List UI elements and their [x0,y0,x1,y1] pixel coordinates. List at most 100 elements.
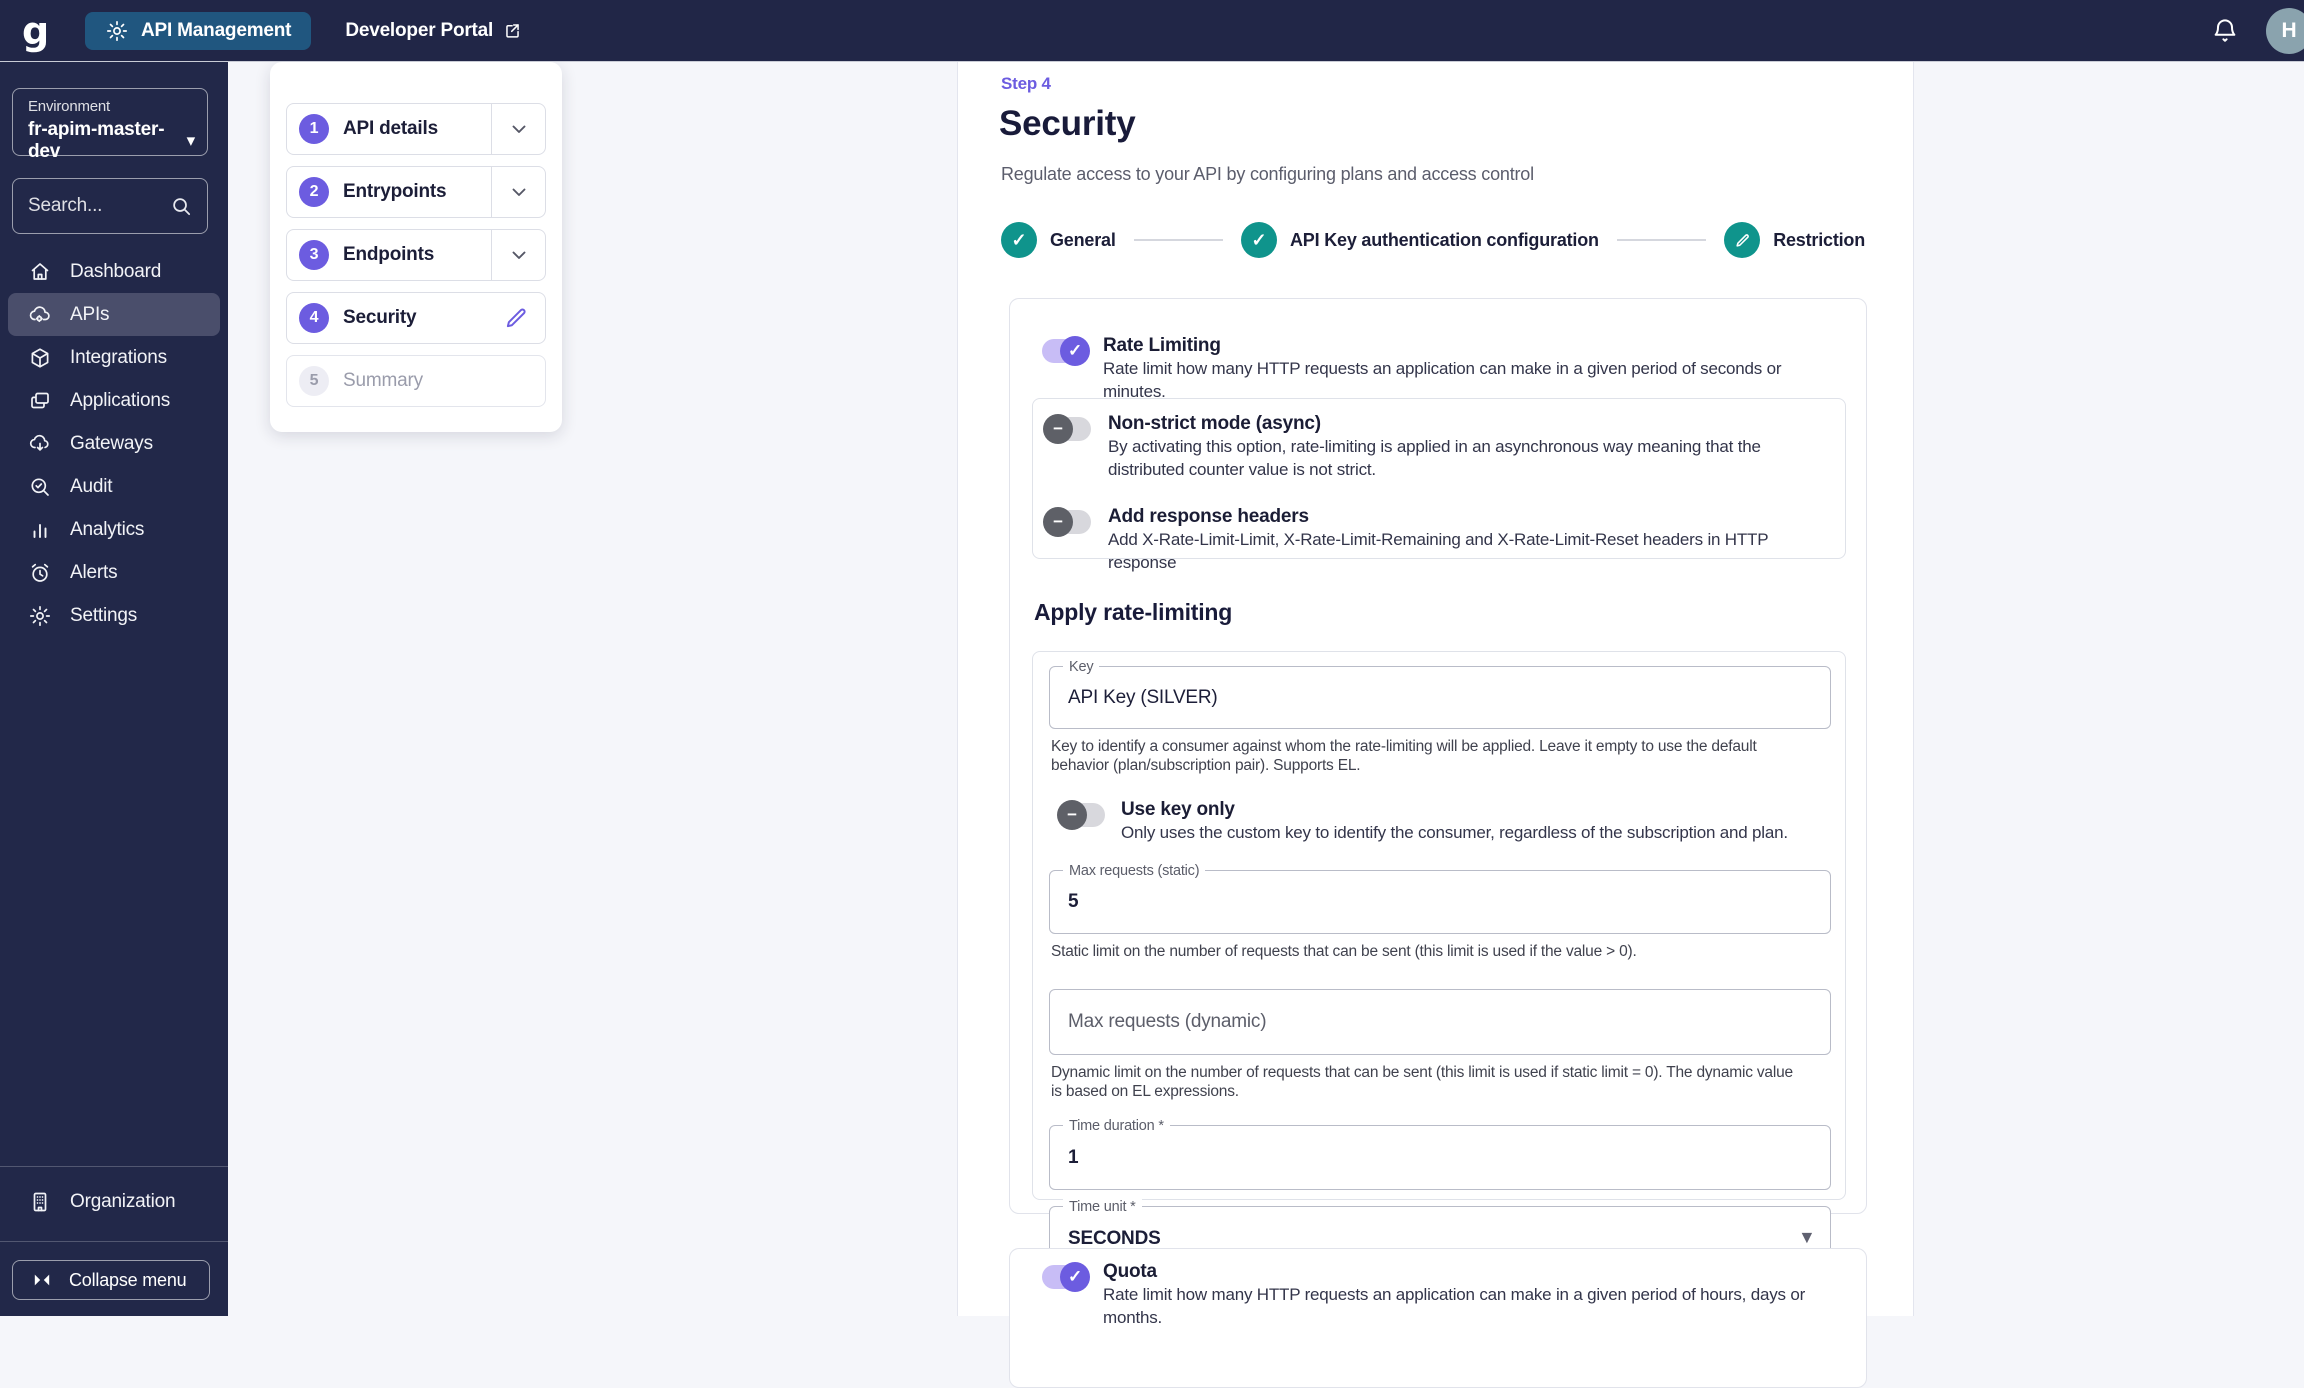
max-requests-dynamic-helper: Dynamic limit on the number of requests … [1051,1064,1793,1100]
quota-row: ✓ Quota Rate limit how many HTTP request… [1042,1261,1846,1329]
collapse-menu-button[interactable]: Collapse menu [12,1260,210,1300]
top-bar: g API Management Developer Portal H [0,0,2304,62]
step-number-badge: 5 [299,366,329,396]
wizard-step-security[interactable]: 4 Security [286,292,546,344]
cube-icon [28,346,52,370]
sidebar-item-label: Organization [70,1190,176,1212]
bar-chart-icon [28,518,52,542]
wizard-step-api-details[interactable]: 1 API details [286,103,546,155]
sidebar-item-label: Alerts [70,561,118,583]
sidebar-item-audit[interactable]: Audit [0,465,228,508]
quota-title: Quota [1103,1261,1157,1282]
wizard-step-label: API details [343,118,438,139]
max-requests-dynamic-field[interactable]: Max requests (dynamic) [1049,989,1831,1055]
wizard-step-summary: 5 Summary [286,355,546,407]
sidebar-item-gateways[interactable]: Gateways [0,422,228,465]
key-field-helper: Key to identify a consumer against whom … [1051,738,1757,774]
api-management-button[interactable]: API Management [85,11,312,50]
sidebar-bottom: Organization [0,1180,228,1223]
quota-toggle[interactable]: ✓ [1042,1262,1090,1292]
sidebar-item-label: Audit [70,475,113,497]
time-duration-field[interactable]: Time duration * 1 [1049,1118,1831,1190]
key-field[interactable]: Key API Key (SILVER) [1049,659,1831,729]
page-title: Security [999,104,1136,143]
gear-badge-icon [105,19,129,43]
building-icon [28,1190,52,1214]
api-management-label: API Management [141,19,292,41]
wizard-steps-card: 1 API details 2 Entrypoints 3 Endpoints … [270,62,562,432]
main-content-panel: Step 4 Security Regulate access to your … [957,62,1914,1388]
progress-connector [1133,239,1223,241]
use-key-only-description: Only uses the custom key to identify the… [1121,823,1788,842]
toggle-check-icon: ✓ [1060,336,1090,366]
time-unit-label: Time unit * [1063,1199,1142,1215]
non-strict-mode-title: Non-strict mode (async) [1108,413,1321,434]
toggle-minus-icon: − [1057,800,1087,830]
non-strict-mode-description: By activating this option, rate-limiting… [1108,437,1761,479]
user-avatar[interactable]: H [2266,7,2304,54]
add-response-headers-toggle[interactable]: − [1043,507,1091,537]
copies-icon [28,389,52,413]
chevron-down-icon [507,180,531,204]
gear-icon [28,604,52,628]
key-field-label: Key [1063,659,1100,675]
add-response-headers-row: − Add response headers Add X-Rate-Limit-… [1043,506,1829,574]
non-strict-mode-toggle[interactable]: − [1043,414,1091,444]
rate-limiting-toggle[interactable]: ✓ [1042,336,1090,366]
search-icon[interactable] [170,195,193,218]
search-check-icon [28,475,52,499]
add-response-headers-description: Add X-Rate-Limit-Limit, X-Rate-Limit-Rem… [1108,530,1769,572]
sidebar-item-applications[interactable]: Applications [0,379,228,422]
search-input[interactable] [28,195,170,217]
notifications-bell-icon[interactable] [2210,16,2240,46]
sidebar-item-settings[interactable]: Settings [0,594,228,637]
non-strict-mode-row: − Non-strict mode (async) By activating … [1043,413,1829,481]
time-duration-value: 1 [1068,1146,1079,1168]
alarm-icon [28,561,52,585]
time-duration-label: Time duration * [1063,1118,1170,1134]
rate-limiting-form-card: Key API Key (SILVER) Key to identify a c… [1032,651,1846,1271]
chevron-down-icon [507,243,531,267]
check-icon: ✓ [1241,222,1277,258]
environment-value: fr-apim-master-dev [28,119,165,162]
wizard-step-endpoints[interactable]: 3 Endpoints [286,229,546,281]
progress-step-restriction[interactable]: Restriction [1724,222,1865,258]
quota-description: Rate limit how many HTTP requests an app… [1103,1285,1806,1327]
sidebar-item-analytics[interactable]: Analytics [0,508,228,551]
max-requests-static-helper: Static limit on the number of requests t… [1051,943,1637,960]
progress-step-general[interactable]: ✓ General [1001,222,1116,258]
sidebar-divider [0,1241,228,1242]
wizard-step-label: Summary [343,370,423,391]
add-response-headers-title: Add response headers [1108,506,1309,527]
progress-step-api-key-config[interactable]: ✓ API Key authentication configuration [1241,222,1599,258]
max-requests-static-field[interactable]: Max requests (static) 5 [1049,863,1831,934]
environment-selector[interactable]: Environment fr-apim-master-dev ▾ [12,88,208,162]
expand-step-button[interactable] [491,167,545,217]
edit-pencil-icon[interactable] [503,305,529,331]
max-requests-dynamic-placeholder: Max requests (dynamic) [1068,1011,1267,1032]
max-requests-static-value: 5 [1068,891,1079,912]
sidebar-item-label: Analytics [70,518,145,540]
cloud-down-icon [28,432,52,456]
rate-limiting-description: Rate limit how many HTTP requests an app… [1103,359,1782,401]
sidebar-item-alerts[interactable]: Alerts [0,551,228,594]
sidebar-search [12,178,208,234]
collapse-arrows-icon [31,1271,53,1289]
progress-step-label: API Key authentication configuration [1290,229,1599,250]
use-key-only-toggle[interactable]: − [1057,800,1105,830]
sidebar-item-organization[interactable]: Organization [0,1180,228,1223]
wizard-step-entrypoints[interactable]: 2 Entrypoints [286,166,546,218]
sidebar-item-integrations[interactable]: Integrations [0,336,228,379]
rate-limiting-options-card: − Non-strict mode (async) By activating … [1032,398,1846,572]
developer-portal-link[interactable]: Developer Portal [345,20,522,42]
external-link-icon [503,21,522,40]
sidebar-item-label: Settings [70,604,138,626]
expand-step-button[interactable] [491,104,545,154]
sidebar-item-label: Integrations [70,346,167,368]
sidebar-item-apis[interactable]: APIs [8,293,220,336]
sidebar-item-dashboard[interactable]: Dashboard [0,250,228,293]
sidebar-nav: Dashboard APIs Integrations Applications… [0,250,228,637]
rate-limiting-row: ✓ Rate Limiting Rate limit how many HTTP… [1042,335,1846,403]
expand-step-button[interactable] [491,230,545,280]
check-icon: ✓ [1001,222,1037,258]
